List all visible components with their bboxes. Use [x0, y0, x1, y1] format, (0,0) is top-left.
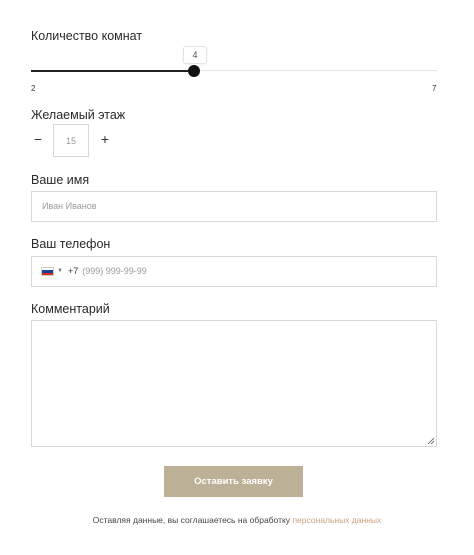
comment-textarea[interactable]: [31, 320, 437, 447]
slider-thumb[interactable]: [188, 65, 200, 77]
decrement-button[interactable]: −: [30, 131, 46, 147]
privacy-link[interactable]: персональных данных: [292, 515, 381, 525]
slider-value-bubble: 4: [183, 46, 207, 64]
comment-label: Комментарий: [31, 302, 110, 316]
increment-button[interactable]: +: [97, 131, 113, 147]
slider-track-filled[interactable]: [31, 70, 194, 72]
resize-handle-icon[interactable]: [427, 437, 434, 444]
slider-min-label: 2: [31, 84, 36, 93]
floor-label: Желаемый этаж: [31, 108, 126, 122]
name-input[interactable]: Иван Иванов: [31, 191, 437, 222]
rooms-label: Количество комнат: [31, 29, 143, 43]
phone-placeholder: (999) 999-99-99: [82, 266, 147, 276]
consent-text: Оставляя данные, вы соглашаетесь на обра…: [0, 515, 474, 525]
slider-max-label: 7: [432, 84, 437, 93]
russia-flag-icon[interactable]: [41, 267, 54, 276]
slider-track[interactable]: [194, 70, 437, 71]
floor-stepper-input[interactable]: 15: [53, 124, 89, 157]
consent-label: Оставляя данные, вы соглашаетесь на обра…: [92, 515, 291, 525]
dial-code: +7: [67, 266, 79, 276]
phone-input[interactable]: ▼ +7 (999) 999-99-99: [31, 256, 437, 287]
phone-label: Ваш телефон: [31, 237, 111, 251]
submit-button[interactable]: Оставить заявку: [164, 466, 303, 497]
name-label: Ваше имя: [31, 173, 90, 187]
chevron-down-icon[interactable]: ▼: [57, 257, 63, 286]
